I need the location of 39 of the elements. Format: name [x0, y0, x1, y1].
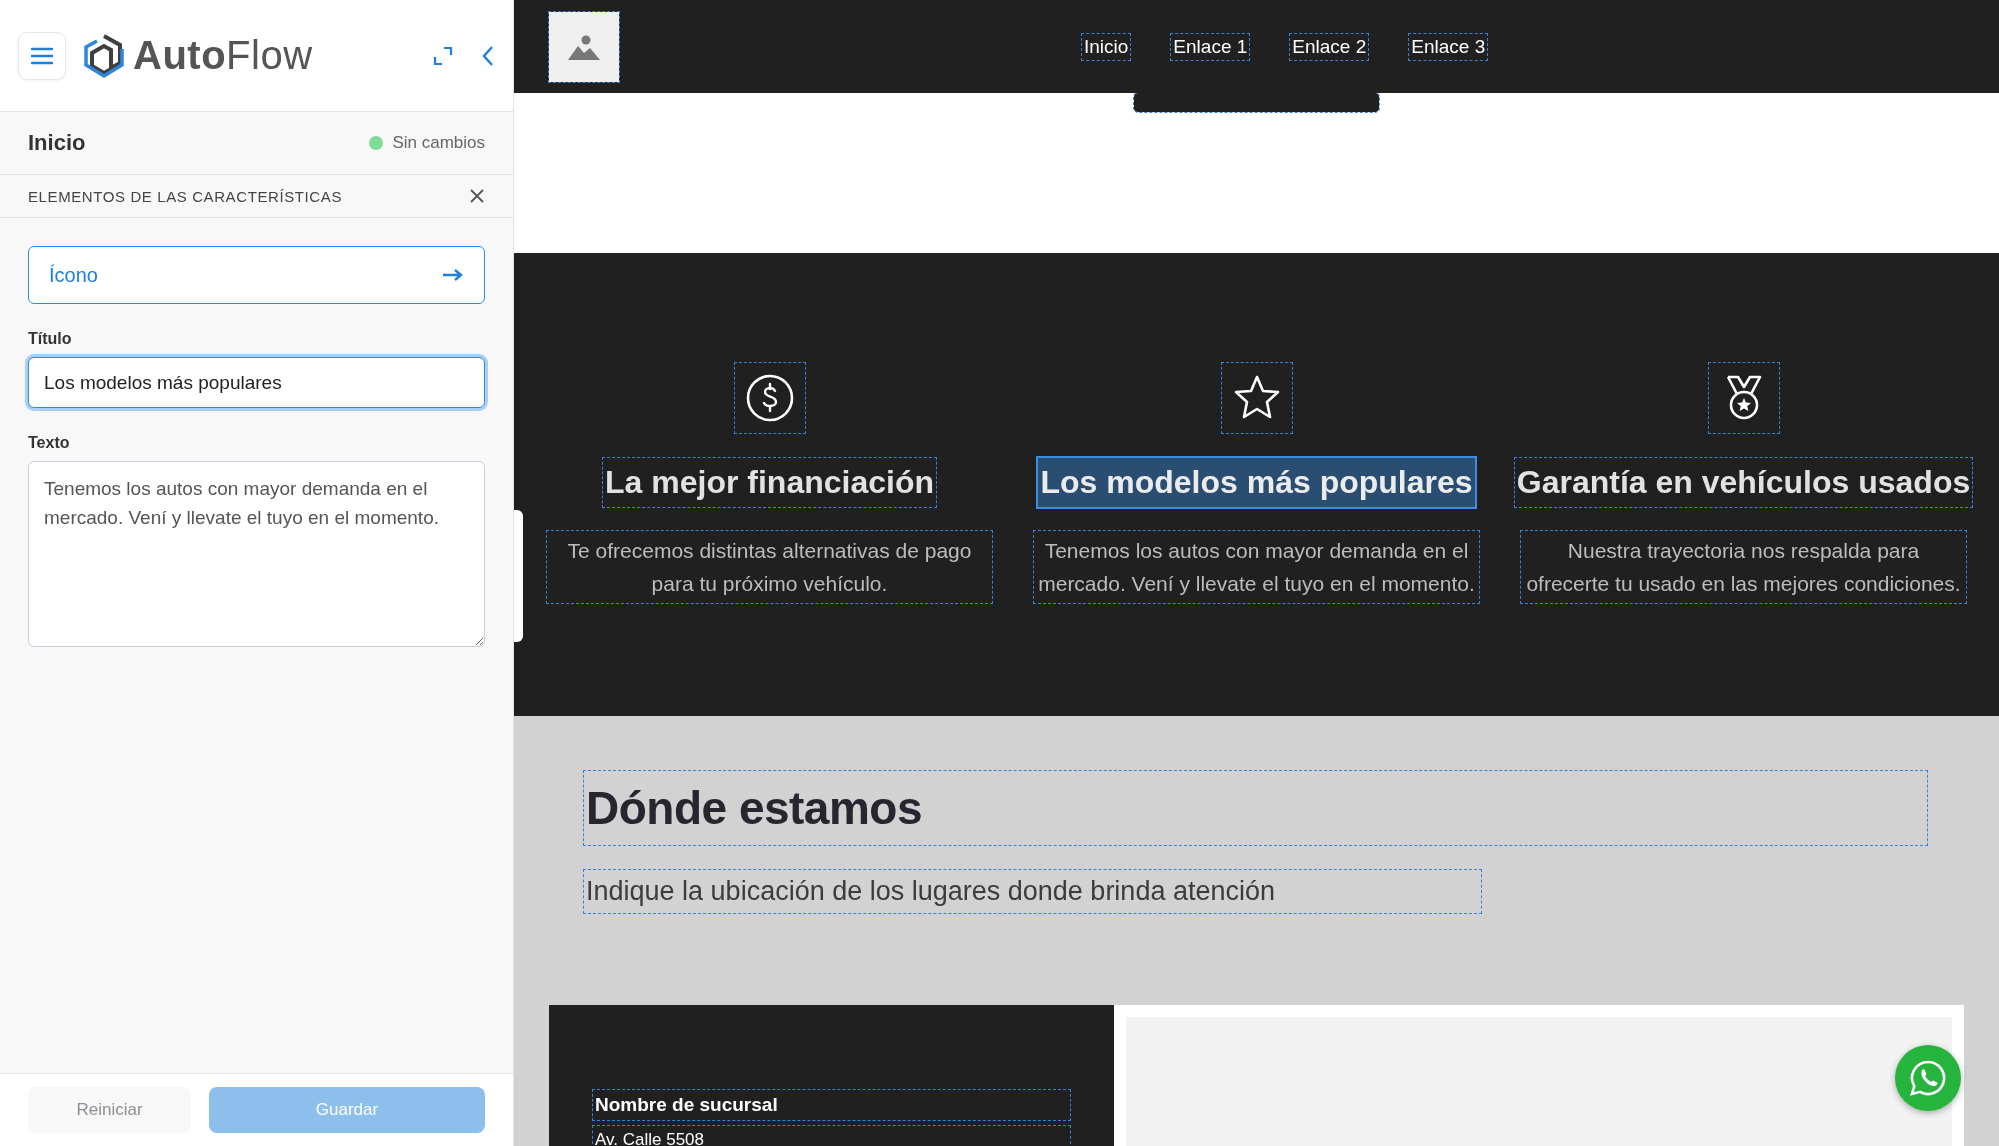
nav-link[interactable]: Inicio	[1082, 33, 1131, 60]
resize-handle[interactable]	[514, 510, 523, 642]
section-subtitle: Indique la ubicación de los lugares donde brinda atención	[584, 870, 1481, 913]
nav-link[interactable]: Enlace 2	[1290, 33, 1369, 60]
feature-text: Te ofrecemos distintas alternativas de pago para tu próximo vehículo.	[547, 531, 992, 603]
field-label: Texto	[28, 434, 71, 452]
expand-icon	[433, 45, 453, 66]
chevron-left-icon	[481, 44, 495, 67]
dollar-coin-icon	[734, 363, 805, 433]
arrow-right-icon	[442, 268, 464, 282]
feature-title[interactable]: Garantía en vehículos usados	[1514, 458, 1973, 507]
brand-name: AutoFlow	[133, 33, 313, 78]
feature-title[interactable]: La mejor financiación	[603, 458, 936, 507]
feature-text: Nuestra trayectoria nos respalda para ofrecerte tu usado en las mejores condiciones.	[1521, 531, 1966, 603]
status-label: Sin cambios	[392, 133, 485, 153]
nav-link[interactable]: Enlace 3	[1409, 33, 1488, 60]
close-button[interactable]	[469, 188, 485, 204]
text-area[interactable]: Tenemos los autos con mayor demanda en el mercado. Vení y llevate el tuyo en el momento.	[28, 461, 485, 647]
icon-field-button[interactable]: Ícono	[28, 246, 485, 304]
nav-link[interactable]: Enlace 1	[1171, 33, 1250, 60]
menu-icon	[31, 46, 53, 65]
expand-button[interactable]	[433, 45, 453, 66]
branch-name: Nombre de sucursal	[593, 1090, 1070, 1120]
input-field[interactable]: Los modelos más populares	[28, 357, 485, 408]
field-label: Título	[28, 330, 73, 348]
logo-placeholder-icon	[549, 11, 619, 82]
menu-button[interactable]	[18, 31, 66, 80]
branch-address: Av. Calle 5508	[593, 1126, 1070, 1146]
feature-title[interactable]: Los modelos más populares	[1038, 458, 1475, 507]
section-title: ELEMENTOS DE LAS CARACTERÍSTICAS	[28, 187, 342, 205]
collapse-button[interactable]	[481, 44, 495, 67]
section-heading: Dónde estamos	[584, 771, 1927, 845]
medal-icon	[1708, 363, 1779, 433]
feature-text: Tenemos los autos con mayor demanda en el mercado. Vení y llevate el tuyo en el momento.	[1034, 531, 1479, 603]
whatsapp-icon	[1909, 1059, 1947, 1097]
close-icon	[469, 188, 485, 204]
hexagon-logo-icon	[83, 32, 125, 79]
page-title: Inicio	[28, 130, 86, 156]
star-icon	[1221, 363, 1292, 433]
